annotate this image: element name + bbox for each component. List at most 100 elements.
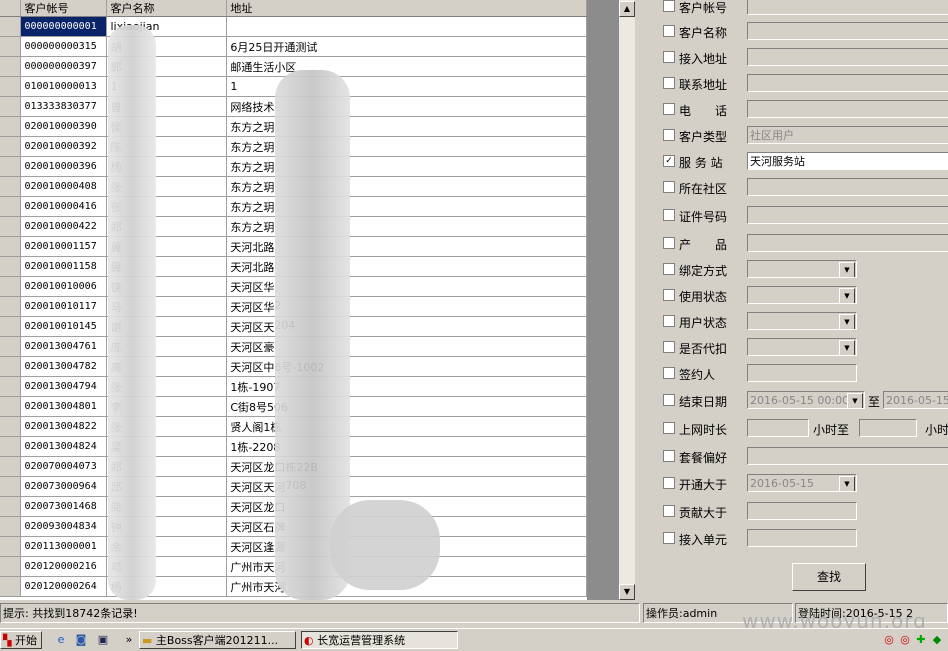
row-indicator[interactable]	[0, 76, 22, 97]
field-checkbox[interactable]	[663, 450, 675, 462]
field-checkbox[interactable]	[663, 77, 675, 89]
cell-account[interactable]: 013333830377	[20, 96, 108, 117]
cell-account[interactable]: 020010001157	[20, 236, 108, 257]
field-input[interactable]: ▼	[747, 338, 857, 356]
field-checkbox[interactable]	[663, 315, 675, 327]
browser-icon[interactable]: e	[54, 633, 68, 647]
field-checkbox[interactable]	[663, 25, 675, 37]
cell-account[interactable]: 020010000392	[20, 136, 108, 157]
field-input[interactable]	[747, 206, 948, 224]
row-indicator[interactable]	[0, 456, 22, 477]
cell-account[interactable]: 020073001468	[20, 496, 108, 517]
row-indicator[interactable]	[0, 476, 22, 497]
row-indicator[interactable]	[0, 256, 22, 277]
chevron-down-icon[interactable]: ▼	[839, 262, 855, 277]
tray-icon[interactable]: ◎	[898, 633, 912, 647]
cell-account[interactable]: 020013004824	[20, 436, 108, 457]
row-indicator[interactable]	[0, 356, 22, 377]
field-checkbox[interactable]	[663, 477, 675, 489]
column-header-account[interactable]: 客户帐号	[20, 0, 108, 17]
row-indicator[interactable]	[0, 496, 22, 517]
customer-grid[interactable]: 客户帐号 客户名称 地址 000000000001lixiaojian00000…	[0, 0, 587, 600]
online-hours-from[interactable]	[747, 419, 809, 437]
row-indicator[interactable]	[0, 236, 22, 257]
row-indicator[interactable]	[0, 576, 22, 597]
field-checkbox[interactable]	[663, 394, 675, 406]
search-button[interactable]: 查找	[792, 563, 866, 591]
row-indicator[interactable]	[0, 16, 22, 37]
shield-icon[interactable]: ◆	[930, 633, 944, 647]
field-checkbox[interactable]	[663, 51, 675, 63]
cell-account[interactable]: 020010010145	[20, 316, 108, 337]
field-input[interactable]: ▼	[747, 260, 857, 278]
cell-account[interactable]: 020120000264	[20, 576, 108, 597]
end-date-to[interactable]: 2016-05-15	[883, 391, 948, 409]
cell-account[interactable]: 020010000390	[20, 116, 108, 137]
row-indicator[interactable]	[0, 536, 22, 557]
cell-account[interactable]: 020010010006	[20, 276, 108, 297]
cell-address[interactable]	[226, 16, 587, 37]
row-indicator[interactable]	[0, 116, 22, 137]
cell-account[interactable]: 000000000397	[20, 56, 108, 77]
cell-account[interactable]: 000000000315	[20, 36, 108, 57]
field-checkbox[interactable]	[663, 341, 675, 353]
chevron-down-icon[interactable]: ▼	[847, 393, 863, 408]
scroll-down-icon[interactable]: ▼	[619, 584, 635, 600]
field-checkbox[interactable]	[663, 209, 675, 221]
cell-account[interactable]: 020010000422	[20, 216, 108, 237]
cell-account[interactable]: 020013004761	[20, 336, 108, 357]
cell-account[interactable]: 020010000408	[20, 176, 108, 197]
row-indicator[interactable]	[0, 216, 22, 237]
scroll-up-icon[interactable]: ▲	[619, 1, 635, 17]
end-date-from[interactable]: 2016-05-15 00:00 ▼	[747, 391, 865, 409]
row-indicator[interactable]	[0, 276, 22, 297]
field-checkbox[interactable]	[663, 237, 675, 249]
cell-account[interactable]: 020120000216	[20, 556, 108, 577]
chevron-down-icon[interactable]: ▼	[839, 314, 855, 329]
field-input[interactable]	[747, 74, 948, 92]
online-hours-to[interactable]	[859, 419, 917, 437]
tray-icon[interactable]: ◎	[882, 633, 896, 647]
field-checkbox[interactable]	[663, 505, 675, 517]
field-input[interactable]	[747, 22, 948, 40]
field-input[interactable]: ▼	[747, 312, 857, 330]
row-indicator[interactable]	[0, 336, 22, 357]
chevron-down-icon[interactable]: ▼	[839, 476, 855, 491]
cell-address[interactable]: 6月25日开通测试	[226, 36, 587, 57]
field-checkbox[interactable]	[663, 367, 675, 379]
row-indicator[interactable]	[0, 56, 22, 77]
field-input[interactable]	[747, 502, 857, 520]
field-checkbox[interactable]	[663, 289, 675, 301]
table-row[interactable]: 000000000001lixiaojian	[0, 16, 587, 37]
row-indicator[interactable]	[0, 176, 22, 197]
row-indicator[interactable]	[0, 156, 22, 177]
column-header-address[interactable]: 地址	[226, 0, 587, 17]
field-input[interactable]	[747, 447, 948, 465]
row-indicator[interactable]	[0, 96, 22, 117]
row-indicator[interactable]	[0, 316, 22, 337]
field-input[interactable]: ▼	[747, 286, 857, 304]
taskbar-window-main[interactable]: ◐ 长宽运营管理系统	[301, 631, 458, 649]
row-indicator[interactable]	[0, 516, 22, 537]
row-indicator[interactable]	[0, 136, 22, 157]
field-input[interactable]	[747, 100, 948, 118]
column-header-name[interactable]: 客户名称	[106, 0, 228, 17]
cell-account[interactable]: 020013004782	[20, 356, 108, 377]
cell-account[interactable]: 020073000964	[20, 476, 108, 497]
cell-account[interactable]: 020113000001	[20, 536, 108, 557]
table-row[interactable]: 000000000315胡6月25日开通测试	[0, 36, 587, 57]
cell-account[interactable]: 020013004822	[20, 416, 108, 437]
row-indicator[interactable]	[0, 436, 22, 457]
grid-vertical-scrollbar[interactable]: ▲ ▼	[619, 0, 635, 600]
field-input[interactable]	[747, 529, 857, 547]
cell-account[interactable]: 010010000013	[20, 76, 108, 97]
cell-account[interactable]: 020010010117	[20, 296, 108, 317]
row-indicator[interactable]	[0, 36, 22, 57]
chevron-down-icon[interactable]: ▼	[839, 340, 855, 355]
row-indicator[interactable]	[0, 556, 22, 577]
cell-account[interactable]: 020013004794	[20, 376, 108, 397]
field-checkbox[interactable]: ✓	[663, 155, 675, 167]
cell-account[interactable]: 020013004801	[20, 396, 108, 417]
tray-icon[interactable]: ✚	[914, 633, 928, 647]
field-input[interactable]	[747, 0, 948, 15]
